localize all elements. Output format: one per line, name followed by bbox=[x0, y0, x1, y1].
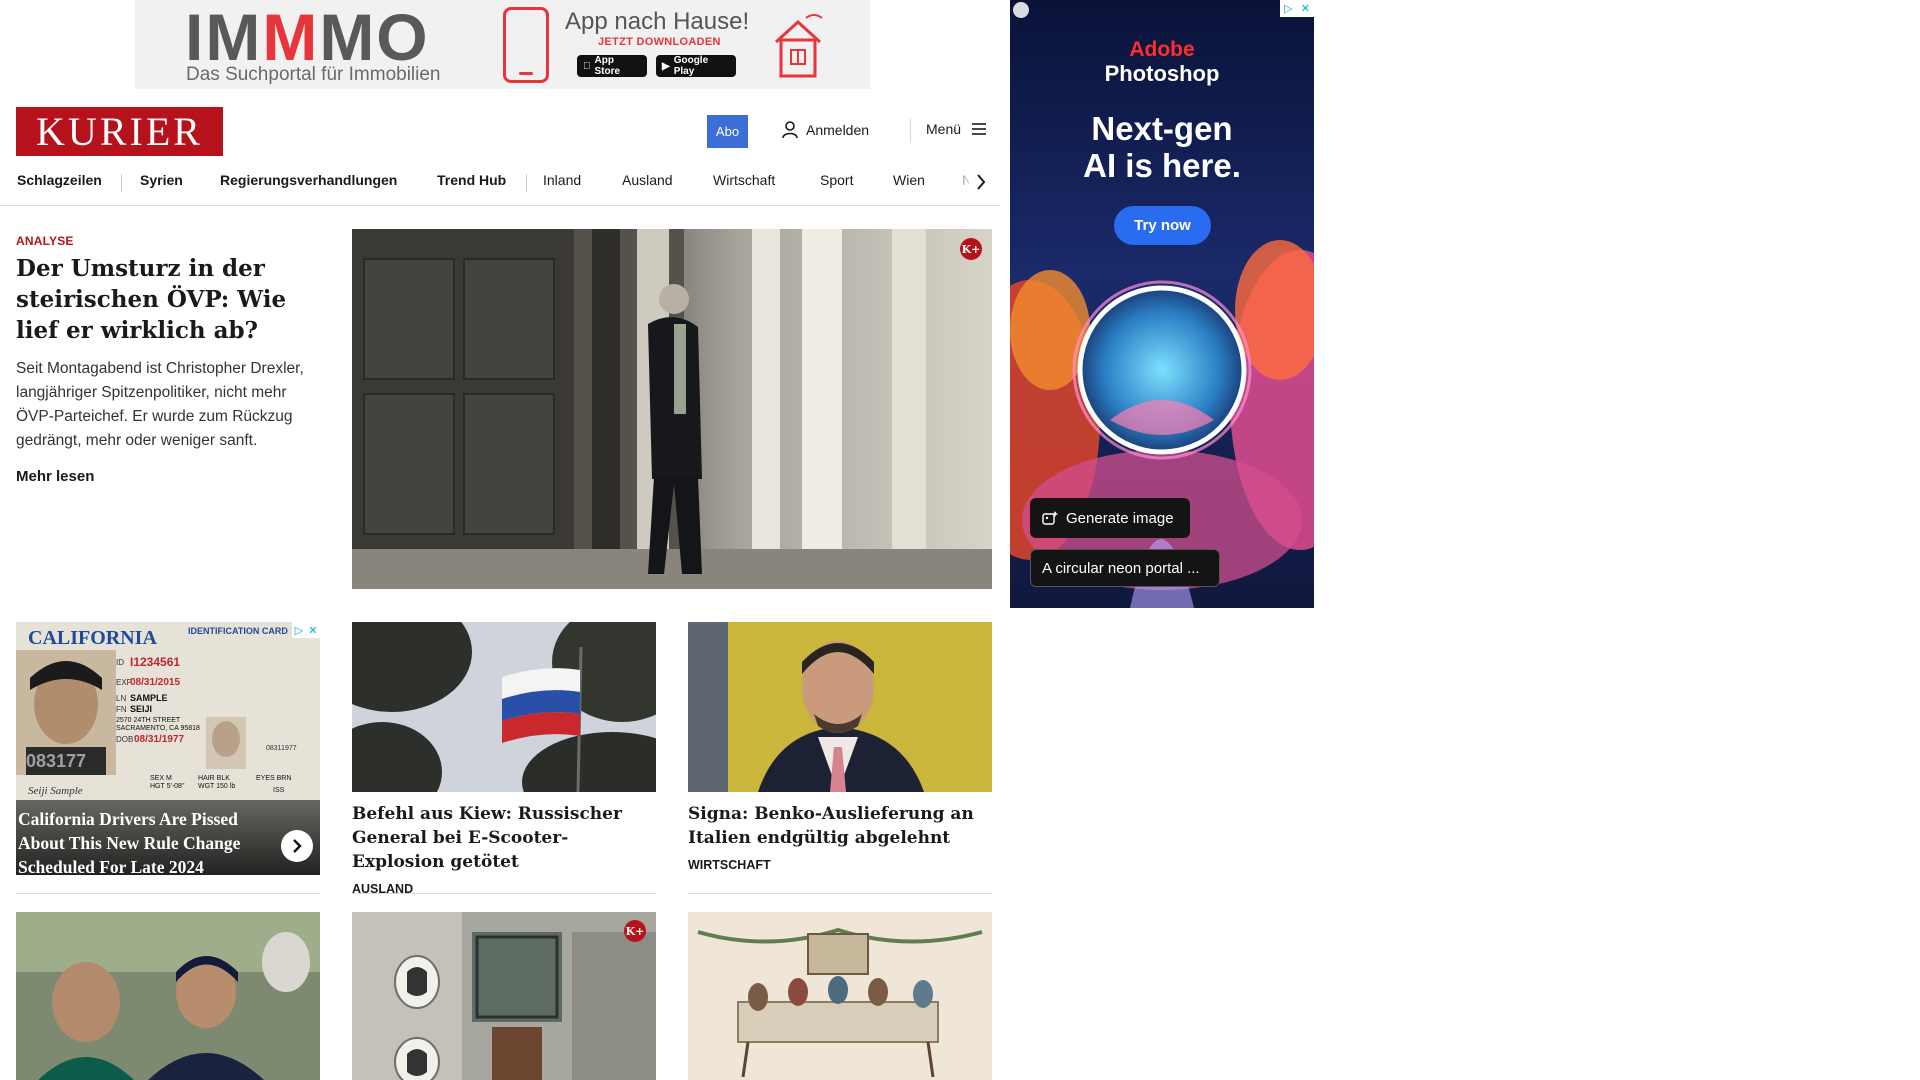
svg-text:SACRAMENTO, CA 95818: SACRAMENTO, CA 95818 bbox=[116, 725, 200, 732]
kurier-logo[interactable]: KURIER bbox=[16, 107, 223, 156]
hero-image[interactable]: K+ bbox=[352, 229, 992, 589]
row-divider bbox=[688, 893, 992, 894]
article-headline[interactable]: Signa: Benko-Auslieferung an Ita­lien en… bbox=[688, 802, 992, 850]
nav-scroll-right-button[interactable] bbox=[969, 170, 993, 194]
racing-drivers-photo bbox=[16, 912, 320, 1080]
promo-arrow-button[interactable] bbox=[281, 830, 313, 862]
nav-item-schlagzeilen[interactable]: Schlagzeilen bbox=[17, 172, 102, 188]
illustration-photo bbox=[688, 912, 992, 1080]
hamburger-icon bbox=[972, 123, 987, 135]
article-image: K+ bbox=[352, 912, 656, 1080]
ad-headline: Next-gen AI is here. bbox=[1083, 110, 1241, 184]
menu-button[interactable]: Menü bbox=[926, 121, 987, 137]
nav-separator bbox=[121, 174, 122, 192]
nav-item-trend-hub[interactable]: Trend Hub bbox=[437, 172, 506, 188]
article-image bbox=[352, 622, 656, 792]
hero-teaser: Seit Montagabend ist Christopher Drexler… bbox=[16, 360, 304, 449]
id-card-state: CALIFORNIA bbox=[28, 627, 157, 649]
google-play-button[interactable]: ▶ Google Play bbox=[656, 55, 736, 77]
premium-badge: K+ bbox=[960, 238, 982, 260]
svg-text:EYES BRN: EYES BRN bbox=[256, 775, 291, 782]
ad-tagline: Das Suchportal für Immobilien bbox=[186, 64, 441, 85]
nav-item-ausland[interactable]: Ausland bbox=[622, 172, 673, 188]
row-divider bbox=[352, 893, 656, 894]
side-banner-ad[interactable]: ▷ ✕ Adobe Photoshop Next-gen AI is here. … bbox=[1010, 0, 1314, 608]
svg-text:I1234561: I1234561 bbox=[130, 655, 180, 669]
chevron-right-icon bbox=[293, 839, 302, 853]
article-image bbox=[688, 912, 992, 1080]
svg-text:2570 24TH STREET: 2570 24TH STREET bbox=[116, 717, 181, 724]
svg-text:SEX M: SEX M bbox=[150, 775, 172, 782]
row-divider bbox=[16, 893, 320, 894]
nav-separator bbox=[526, 174, 527, 192]
nav-item-regierungsverhandlungen[interactable]: Regierungsverhandlungen bbox=[220, 172, 397, 188]
article-image bbox=[16, 912, 320, 1080]
svg-text:08/31/2015: 08/31/2015 bbox=[130, 677, 180, 688]
svg-text:SEIJI: SEIJI bbox=[130, 704, 152, 714]
ad-badge-icon bbox=[1013, 2, 1029, 18]
read-more-link[interactable]: Mehr lesen bbox=[16, 468, 94, 485]
chevron-right-icon bbox=[977, 174, 986, 190]
article-card[interactable] bbox=[16, 912, 320, 1080]
premium-badge: K+ bbox=[624, 920, 646, 942]
svg-text:FN: FN bbox=[116, 705, 127, 714]
abo-button[interactable]: Abo bbox=[707, 115, 748, 148]
svg-text:08311977: 08311977 bbox=[266, 745, 297, 752]
svg-text:DOB: DOB bbox=[116, 735, 133, 744]
adchoices-icon[interactable]: ▷ ✕ bbox=[292, 622, 320, 638]
apple-icon:  bbox=[583, 61, 591, 72]
sponsored-card[interactable]: CALIFORNIA IDENTIFICATION CARD ID I12345… bbox=[16, 622, 320, 875]
sparkle-image-icon bbox=[1042, 511, 1058, 525]
svg-text:WGT 150 lb: WGT 150 lb bbox=[198, 783, 235, 790]
ad-subline: JETZT DOWNLOADEN bbox=[598, 36, 721, 48]
article-section[interactable]: WIRTSCHAFT bbox=[688, 858, 992, 872]
svg-text:SAMPLE: SAMPLE bbox=[130, 693, 168, 703]
play-icon: ▶ bbox=[662, 60, 670, 72]
ad-brand-logo: IMMMO bbox=[185, 0, 430, 74]
hero-headline[interactable]: Der Umsturz in der steiri­schen ÖVP: Wie… bbox=[16, 253, 316, 346]
nav-item-sport[interactable]: Sport bbox=[820, 172, 853, 188]
portrait-photo bbox=[688, 622, 992, 792]
hero-photo bbox=[352, 229, 992, 589]
article-headline[interactable]: Befehl aus Kiew: Russischer Gene­ral bei… bbox=[352, 802, 656, 874]
nav-item-wirtschaft[interactable]: Wirtschaft bbox=[713, 172, 775, 188]
top-banner-ad[interactable]: IMMMO Das Suchportal für Immobilien App … bbox=[135, 0, 870, 89]
nav-item-inland[interactable]: Inland bbox=[543, 172, 581, 188]
svg-text:LN: LN bbox=[116, 694, 126, 703]
ad-headline: App nach Hause! bbox=[565, 8, 750, 35]
try-now-button[interactable]: Try now bbox=[1114, 206, 1211, 245]
article-card[interactable]: K+ bbox=[352, 912, 656, 1080]
menu-label: Menü bbox=[926, 121, 962, 137]
login-label: Anmelden bbox=[806, 122, 870, 138]
svg-text:083177: 083177 bbox=[26, 751, 86, 771]
app-store-button[interactable]:  App Store bbox=[577, 55, 647, 77]
nav-item-wien[interactable]: Wien bbox=[893, 172, 925, 188]
promo-headline[interactable]: California Drivers Are Pissed About This… bbox=[18, 807, 283, 875]
svg-text:HAIR BLK: HAIR BLK bbox=[198, 775, 230, 782]
svg-text:HGT 5'-08": HGT 5'-08" bbox=[150, 783, 185, 790]
login-button[interactable]: Anmelden bbox=[782, 121, 869, 139]
article-image bbox=[688, 622, 992, 792]
header-divider bbox=[910, 119, 911, 143]
generate-image-button[interactable]: Generate image bbox=[1030, 498, 1190, 538]
hero-kicker: ANALYSE bbox=[16, 234, 74, 248]
phone-icon bbox=[503, 7, 549, 83]
svg-text:ISS: ISS bbox=[273, 787, 285, 794]
nav-item-syrien[interactable]: Syrien bbox=[140, 172, 183, 188]
article-card[interactable]: Signa: Benko-Auslieferung an Ita­lien en… bbox=[688, 622, 992, 872]
section-nav: Schlagzeilen Syrien Regierungsverhandlun… bbox=[0, 162, 1000, 206]
building-photo bbox=[352, 912, 656, 1080]
svg-text:Seiji Sample: Seiji Sample bbox=[28, 785, 83, 797]
id-card-type: IDENTIFICATION CARD bbox=[188, 626, 288, 636]
adchoices-icon[interactable]: ▷ ✕ bbox=[1280, 0, 1314, 17]
article-card[interactable]: Befehl aus Kiew: Russischer Gene­ral bei… bbox=[352, 622, 656, 896]
user-icon bbox=[782, 121, 798, 139]
adobe-photoshop-brand: Adobe Photoshop bbox=[1104, 38, 1220, 86]
svg-text:ID: ID bbox=[116, 658, 124, 667]
house-icon bbox=[774, 14, 823, 78]
flag-photo bbox=[352, 622, 656, 792]
article-card[interactable] bbox=[688, 912, 992, 1080]
prompt-input[interactable]: A circular neon portal ... bbox=[1030, 549, 1220, 587]
svg-text:08/31/1977: 08/31/1977 bbox=[134, 734, 184, 745]
